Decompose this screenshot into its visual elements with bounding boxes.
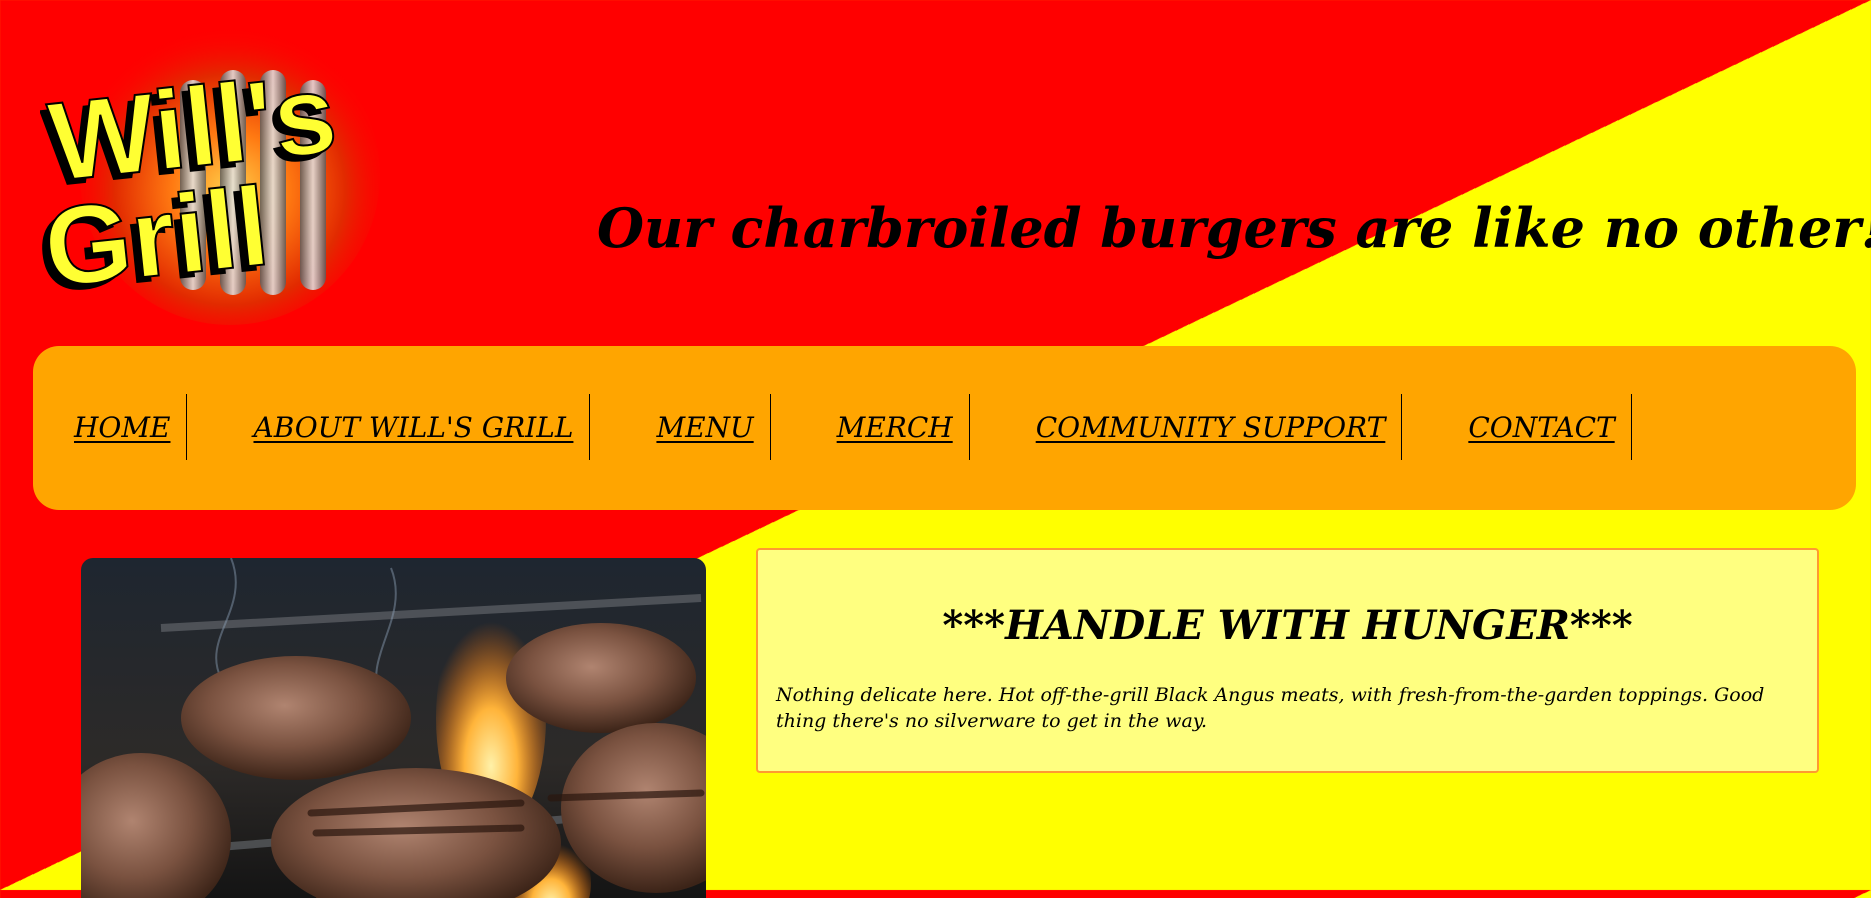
nav-item-menu: MENU — [590, 394, 771, 460]
promo-title: ***HANDLE WITH HUNGER*** — [942, 602, 1633, 649]
nav-link-merch[interactable]: MERCH — [837, 411, 953, 444]
nav-item-merch: MERCH — [771, 394, 970, 460]
nav-link-community-support[interactable]: COMMUNITY SUPPORT — [1036, 411, 1386, 444]
promo-box: ***HANDLE WITH HUNGER*** Nothing delicat… — [756, 548, 1819, 773]
nav-item-community-support: COMMUNITY SUPPORT — [970, 394, 1403, 460]
main-navigation: HOME ABOUT WILL'S GRILL MENU MERCH COMMU… — [33, 346, 1856, 510]
nav-item-about: ABOUT WILL'S GRILL — [187, 394, 591, 460]
burgers-grill-photo — [81, 558, 706, 898]
nav-item-home: HOME — [74, 394, 188, 460]
logo-text-line2: Grill — [40, 163, 274, 311]
nav-link-contact[interactable]: CONTACT — [1468, 411, 1614, 444]
page-tagline: Our charbroiled burgers are like no othe… — [597, 196, 1871, 260]
nav-link-about[interactable]: ABOUT WILL'S GRILL — [253, 411, 573, 444]
nav-item-contact: CONTACT — [1402, 394, 1632, 460]
site-logo[interactable]: Will's Grill Will's Grill — [40, 25, 430, 325]
promo-text: Nothing delicate here. Hot off-the-grill… — [776, 684, 1765, 732]
nav-link-home[interactable]: HOME — [74, 411, 170, 444]
nav-link-menu[interactable]: MENU — [656, 411, 753, 444]
nav-list: HOME ABOUT WILL'S GRILL MENU MERCH COMMU… — [74, 394, 1632, 460]
